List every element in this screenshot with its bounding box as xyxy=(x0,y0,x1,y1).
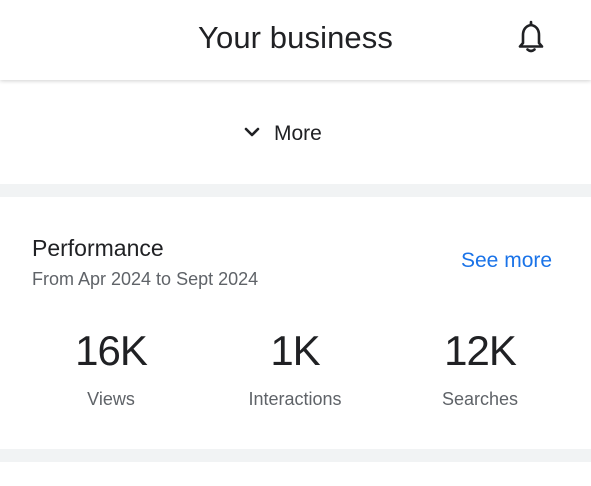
app-header: Your business xyxy=(0,0,591,80)
performance-card: Performance From Apr 2024 to Sept 2024 S… xyxy=(0,197,591,449)
stat-label: Views xyxy=(87,389,135,409)
section-divider xyxy=(0,449,591,486)
stat-interactions[interactable]: 1K Interactions xyxy=(205,325,385,411)
stat-value: 16K xyxy=(75,327,148,374)
more-section: More xyxy=(0,80,591,184)
chevron-down-icon xyxy=(244,125,260,143)
stat-label: Interactions xyxy=(248,389,342,409)
performance-title: Performance xyxy=(32,235,164,261)
stat-value: 12K xyxy=(444,327,517,374)
stat-views[interactable]: 16K Views xyxy=(21,325,201,411)
bell-icon xyxy=(516,20,546,59)
page-title: Your business xyxy=(198,20,393,55)
stat-searches[interactable]: 12K Searches xyxy=(390,325,570,411)
more-button[interactable]: More xyxy=(244,114,322,154)
see-more-link[interactable]: See more xyxy=(461,247,552,275)
notifications-button[interactable] xyxy=(512,20,550,58)
stat-label: Searches xyxy=(441,389,519,409)
more-label: More xyxy=(274,122,322,145)
stat-value: 1K xyxy=(270,327,320,374)
performance-date-range: From Apr 2024 to Sept 2024 xyxy=(32,269,259,289)
section-divider xyxy=(0,184,591,197)
next-card-edge xyxy=(0,462,591,486)
